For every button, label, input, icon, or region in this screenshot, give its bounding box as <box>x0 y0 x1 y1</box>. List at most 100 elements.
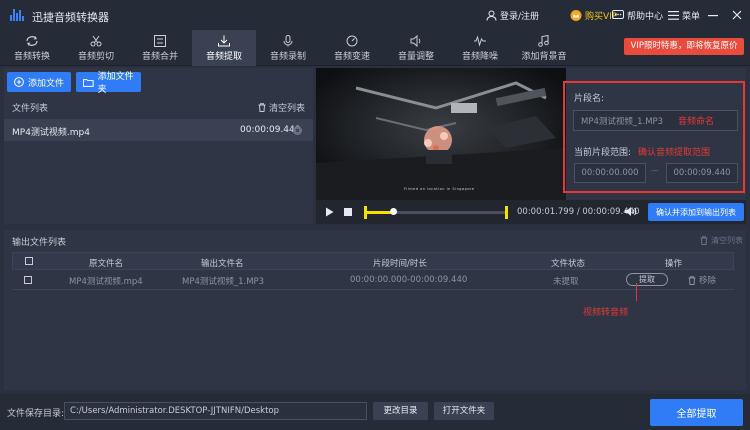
minimize-icon[interactable] <box>708 11 718 19</box>
trash-icon <box>688 275 696 285</box>
speed-icon <box>346 35 358 47</box>
tab-label: 添加背景音 <box>521 52 567 62</box>
tab-label: 音量调整 <box>397 52 434 62</box>
output-clear-label: 清空列表 <box>711 236 743 245</box>
range-end-handle[interactable] <box>505 206 508 219</box>
menu-button[interactable]: 菜单 <box>668 9 700 22</box>
add-file-button[interactable]: 添加文件 <box>7 72 71 92</box>
col-actions: 操作 <box>665 259 683 269</box>
row-status: 未提取 <box>553 277 579 287</box>
chat-icon <box>612 10 624 19</box>
tab-label: 音频降噪 <box>461 52 498 62</box>
tab-audio-extract[interactable]: 音频提取 <box>192 30 256 66</box>
user-icon <box>486 10 497 21</box>
annotation-arrow <box>636 283 642 301</box>
select-all-checkbox[interactable] <box>25 257 33 265</box>
remove-label: 移除 <box>699 276 717 286</box>
video-caption: Filmed on location in Singapore <box>404 187 475 191</box>
promo-banner[interactable]: VIP限时特惠，即将恢复原价 <box>624 38 744 55</box>
login-button[interactable]: 登录/注册 <box>486 9 539 22</box>
plus-circle-icon <box>14 77 24 87</box>
login-label: 登录/注册 <box>500 12 540 22</box>
denoise-icon <box>474 35 486 47</box>
tab-label: 音频录制 <box>269 52 306 62</box>
tab-label: 音频转换 <box>13 52 50 62</box>
tab-audio-denoise[interactable]: 音频降噪 <box>448 30 512 66</box>
col-status: 文件状态 <box>551 259 586 269</box>
tab-label: 音频提取 <box>205 52 242 62</box>
stop-icon[interactable] <box>344 208 352 216</box>
video-preview: Filmed on location in Singapore <box>316 68 566 200</box>
timeline-track[interactable] <box>366 211 506 214</box>
folder-icon <box>83 78 94 87</box>
file-list-title: 文件列表 <box>12 104 49 114</box>
open-folder-button[interactable]: 打开文件夹 <box>434 402 494 420</box>
row-time-range: 00:00:00.000-00:00:09.440 <box>350 275 468 285</box>
menu-icon <box>668 11 679 20</box>
col-output-name: 输出文件名 <box>201 259 244 269</box>
close-icon[interactable] <box>732 10 742 20</box>
table-row[interactable]: MP4测试视频.mp4 MP4测试视频_1.MP3 00:00:00.000-0… <box>12 270 734 290</box>
extract-icon <box>218 35 230 47</box>
tab-volume-adjust[interactable]: 音量调整 <box>384 30 448 66</box>
time-separator: / <box>576 207 580 217</box>
timeline-progress <box>366 211 393 214</box>
save-dir-value: C:/Users/Administrator.DESKTOP-JJTNIFN/D… <box>70 406 280 416</box>
change-dir-button[interactable]: 更改目录 <box>373 402 428 420</box>
clear-list-button[interactable]: 清空列表 <box>258 101 305 114</box>
record-icon <box>283 35 293 47</box>
remove-button[interactable]: 移除 <box>688 274 716 286</box>
volume-icon[interactable] <box>624 206 637 217</box>
output-clear-button[interactable]: 清空列表 <box>700 235 743 246</box>
list-item[interactable]: MP4测试视频.mp4 00:00:09.440 <box>4 119 313 141</box>
tab-audio-merge[interactable]: 音频合并 <box>128 30 192 66</box>
tab-audio-speed[interactable]: 音频变速 <box>320 30 384 66</box>
confirm-add-button[interactable]: 确认并添加到输出列表 <box>648 203 744 221</box>
trash-icon <box>258 103 266 112</box>
vip-button[interactable]: 购买VIP <box>570 9 617 22</box>
add-file-label: 添加文件 <box>28 78 65 89</box>
help-center-button[interactable]: 帮助中心 <box>612 9 663 22</box>
current-time: 00:00:01.799 <box>517 207 575 217</box>
clear-list-label: 清空列表 <box>269 104 306 114</box>
save-dir-input[interactable]: C:/Users/Administrator.DESKTOP-JJTNIFN/D… <box>64 402 367 420</box>
merge-icon <box>154 35 166 47</box>
tab-label: 音频变速 <box>333 52 370 62</box>
annotation-highlight-box <box>563 81 745 193</box>
add-folder-label: 添加文件夹 <box>97 72 134 95</box>
playhead-knob[interactable] <box>389 208 397 215</box>
tab-audio-record[interactable]: 音频录制 <box>256 30 320 66</box>
col-source-name: 原文件名 <box>89 259 124 269</box>
row-source-name: MP4测试视频.mp4 <box>69 277 143 287</box>
convert-annotation: 视频转音频 <box>583 308 629 318</box>
row-output-name: MP4测试视频_1.MP3 <box>182 277 265 287</box>
play-icon[interactable] <box>325 207 334 217</box>
time-display: 00:00:01.799 / 00:00:09.440 <box>517 207 640 217</box>
add-folder-button[interactable]: 添加文件夹 <box>76 72 141 95</box>
tab-add-bg-music[interactable]: 添加背景音 <box>512 30 576 66</box>
file-duration: 00:00:09.440 <box>240 125 301 135</box>
tab-label: 音频合并 <box>141 52 178 62</box>
menu-label: 菜单 <box>682 12 701 22</box>
file-name: MP4测试视频.mp4 <box>12 128 90 138</box>
video-frame-image <box>316 68 566 200</box>
remove-file-icon[interactable] <box>293 126 302 135</box>
range-start-handle[interactable] <box>364 206 367 219</box>
table-header: 原文件名 输出文件名 片段时间/时长 文件状态 操作 <box>12 252 734 270</box>
save-dir-label: 文件保存目录: <box>7 409 65 419</box>
volume-icon <box>410 35 421 47</box>
output-list-title: 输出文件列表 <box>12 238 67 248</box>
app-title: 迅捷音频转换器 <box>32 11 109 24</box>
bg-music-icon <box>538 35 549 47</box>
app-logo-icon <box>10 9 24 21</box>
convert-icon <box>26 36 38 46</box>
extract-all-button[interactable]: 全部提取 <box>650 399 743 426</box>
tab-label: 音频剪切 <box>77 52 114 62</box>
tab-audio-convert[interactable]: 音频转换 <box>0 30 64 66</box>
tab-audio-cut[interactable]: 音频剪切 <box>64 30 128 66</box>
trash-icon <box>700 236 708 245</box>
extract-button[interactable]: 提取 <box>626 273 668 286</box>
help-label: 帮助中心 <box>627 12 664 22</box>
col-time-range: 片段时间/时长 <box>373 259 427 269</box>
row-checkbox[interactable] <box>24 276 32 284</box>
